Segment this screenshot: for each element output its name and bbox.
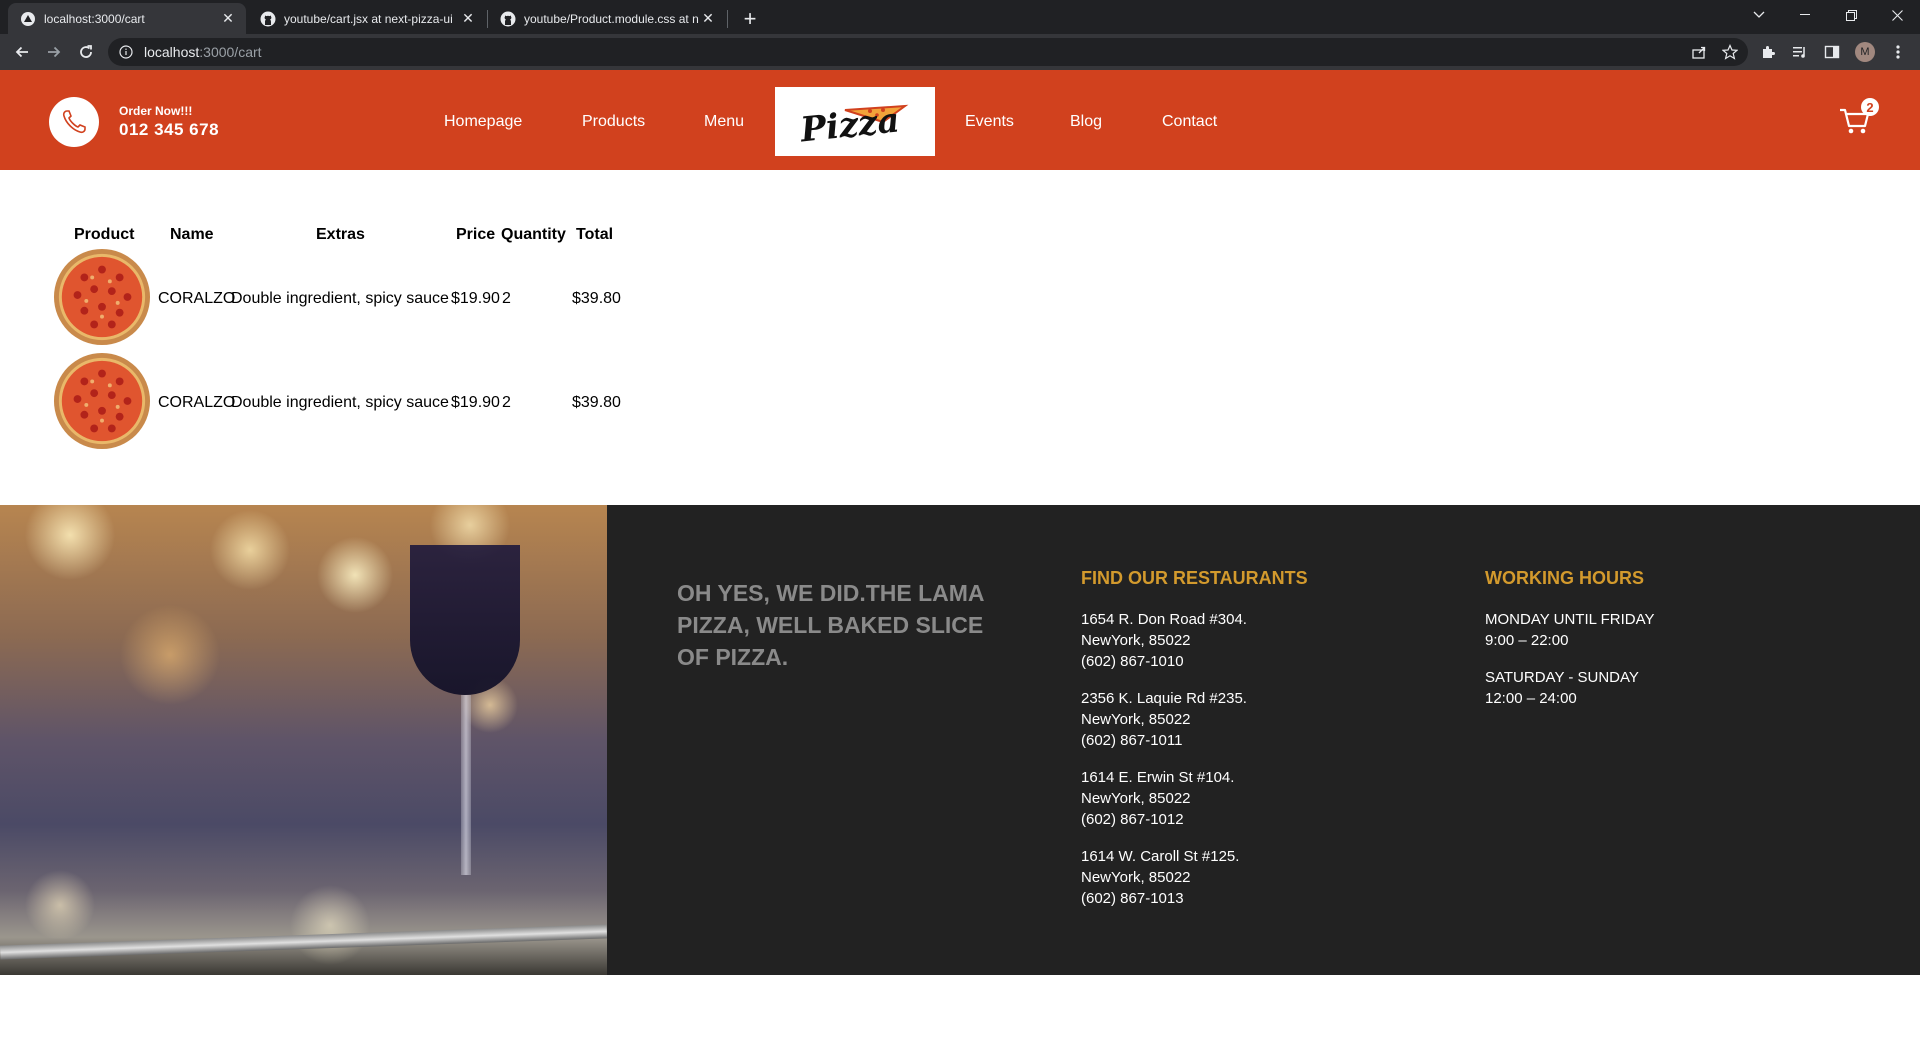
cart-item-quantity: 2 (502, 394, 511, 411)
table-row: CORALZO Double ingredient, spicy sauce $… (50, 352, 650, 454)
pizza-logo-image: Pizza (798, 100, 909, 150)
close-icon[interactable]: ✕ (700, 10, 716, 27)
more-menu-icon[interactable] (1884, 38, 1912, 66)
column-header-total: Total (576, 226, 614, 243)
working-days: SATURDAY - SUNDAY (1485, 669, 1639, 686)
cart-item-price: $19.90 (451, 394, 500, 411)
working-days: MONDAY UNTIL FRIDAY (1485, 611, 1655, 628)
vercel-favicon-icon (20, 11, 36, 27)
extensions-puzzle-icon[interactable] (1754, 38, 1782, 66)
footer-slogan: OH YES, WE DID.THE LAMA PIZZA, WELL BAKE… (677, 580, 984, 670)
nav-link-contact[interactable]: Contact (1162, 113, 1217, 131)
tab-title: youtube/Product.module.css at n (524, 11, 699, 26)
restaurant-street: 2356 K. Laquie Rd #235. (1081, 690, 1247, 707)
share-icon[interactable] (1685, 38, 1713, 66)
restaurant-street: 1614 W. Caroll St #125. (1081, 848, 1240, 865)
table-row: CORALZO Double ingredient, spicy sauce $… (50, 248, 650, 350)
cart-item-extras: Double ingredient, spicy sauce (231, 394, 449, 411)
pizza-image (53, 248, 151, 346)
pizza-logo[interactable]: Pizza (775, 87, 935, 156)
restaurant-city: NewYork, 85022 (1081, 790, 1191, 807)
tab-product-css[interactable]: youtube/Product.module.css at n ✕ (488, 3, 726, 34)
url-host: localhost (144, 44, 200, 60)
working-hours-title: WORKING HOURS (1485, 568, 1644, 588)
cart-item-quantity: 2 (502, 290, 511, 307)
cutlery-image (0, 924, 607, 960)
restore-button[interactable] (1828, 0, 1874, 30)
browser-toolbar: localhost:3000/cart M (0, 34, 1920, 70)
cart-item-total: $39.80 (572, 290, 621, 307)
phone-icon[interactable] (49, 97, 99, 147)
side-panel-icon[interactable] (1818, 38, 1846, 66)
cart-item-price: $19.90 (451, 290, 500, 307)
cart-item-name: CORALZO (158, 394, 236, 411)
wine-glass-stem (461, 695, 471, 875)
working-time: 9:00 – 22:00 (1485, 632, 1569, 649)
restaurant-address: 1654 R. Don Road #304. NewYork, 85022 (6… (1081, 609, 1247, 672)
close-icon[interactable]: ✕ (220, 10, 236, 27)
tab-title: localhost:3000/cart (44, 11, 145, 26)
site-info-icon[interactable] (118, 44, 134, 60)
restaurant-phone: (602) 867-1011 (1081, 732, 1183, 749)
tab-search-chevron-icon[interactable] (1736, 0, 1782, 30)
nav-link-blog[interactable]: Blog (1070, 113, 1102, 131)
nav-link-events[interactable]: Events (965, 113, 1014, 131)
close-icon[interactable]: ✕ (460, 10, 476, 27)
github-icon (260, 11, 276, 27)
site-footer: OH YES, WE DID.THE LAMA PIZZA, WELL BAKE… (0, 505, 1920, 975)
site-navbar: Order Now!!! 012 345 678 Homepage Produc… (0, 70, 1920, 170)
restaurant-address: 2356 K. Laquie Rd #235. NewYork, 85022 (… (1081, 688, 1247, 751)
address-bar[interactable]: localhost:3000/cart (108, 38, 1748, 66)
nav-link-products[interactable]: Products (582, 113, 645, 131)
cart-item-total: $39.80 (572, 394, 621, 411)
working-hours-entry: SATURDAY - SUNDAY 12:00 – 24:00 (1485, 667, 1639, 709)
nav-link-homepage[interactable]: Homepage (444, 113, 522, 131)
restaurant-city: NewYork, 85022 (1081, 869, 1191, 886)
browser-tab-bar: localhost:3000/cart ✕ youtube/cart.jsx a… (0, 0, 1920, 34)
cart-count-badge: 2 (1861, 98, 1879, 116)
cart-item-name: CORALZO (158, 290, 236, 307)
restaurant-street: 1654 R. Don Road #304. (1081, 611, 1247, 628)
restaurant-phone: (602) 867-1010 (1081, 653, 1184, 670)
tab-title: youtube/cart.jsx at next-pizza-ui (284, 11, 453, 26)
forward-arrow-icon[interactable] (40, 38, 68, 66)
tab-cart-jsx[interactable]: youtube/cart.jsx at next-pizza-ui ✕ (248, 3, 486, 34)
github-icon (500, 11, 516, 27)
working-hours-entry: MONDAY UNTIL FRIDAY 9:00 – 22:00 (1485, 609, 1654, 651)
working-time: 12:00 – 24:00 (1485, 690, 1577, 707)
restaurant-photo (0, 505, 607, 975)
profile-avatar[interactable]: M (1855, 42, 1875, 62)
restaurant-address: 1614 W. Caroll St #125. NewYork, 85022 (… (1081, 846, 1239, 909)
cart-button[interactable]: 2 (1838, 98, 1879, 138)
cart-item-extras: Double ingredient, spicy sauce (231, 290, 449, 307)
tab-separator (727, 10, 728, 28)
restaurant-city: NewYork, 85022 (1081, 711, 1191, 728)
restaurant-street: 1614 E. Erwin St #104. (1081, 769, 1235, 786)
column-header-product: Product (74, 226, 135, 243)
pizza-image (53, 352, 151, 450)
close-window-button[interactable] (1874, 0, 1920, 30)
column-header-name: Name (170, 226, 214, 243)
tab-cart[interactable]: localhost:3000/cart ✕ (8, 3, 246, 34)
bookmark-star-icon[interactable] (1716, 38, 1744, 66)
column-header-price: Price (456, 226, 496, 243)
restaurant-phone: (602) 867-1012 (1081, 811, 1184, 828)
nav-link-menu[interactable]: Menu (704, 113, 744, 131)
restaurant-city: NewYork, 85022 (1081, 632, 1191, 649)
restaurants-title: FIND OUR RESTAURANTS (1081, 568, 1308, 588)
url-path: :3000/cart (199, 44, 262, 60)
column-header-quantity: Quantity (501, 226, 566, 243)
wine-glass-image (410, 545, 520, 695)
logo-text: Pizza (798, 100, 902, 150)
order-phone-number: 012 345 678 (119, 120, 220, 139)
back-arrow-icon[interactable] (8, 38, 36, 66)
new-tab-button[interactable]: + (736, 5, 764, 33)
restaurant-address: 1614 E. Erwin St #104. NewYork, 85022 (6… (1081, 767, 1234, 830)
order-now-label: Order Now!!! (119, 104, 193, 118)
reload-icon[interactable] (72, 38, 100, 66)
minimize-button[interactable] (1782, 0, 1828, 30)
media-queue-icon[interactable] (1786, 38, 1814, 66)
restaurant-phone: (602) 867-1013 (1081, 890, 1184, 907)
column-header-extras: Extras (316, 226, 365, 243)
